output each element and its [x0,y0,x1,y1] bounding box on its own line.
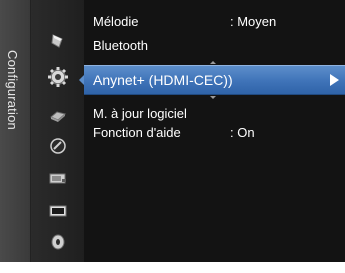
menu-item-anynet[interactable]: Anynet+ (HDMI-CEC)) [79,65,345,95]
configuration-menu: Mélodie : Moyen Bluetooth Anynet+ (HDMI-… [79,0,345,262]
side-tab-label: Configuration [5,50,20,130]
support-icon[interactable] [49,169,67,187]
menu-item-label: Fonction d'aide [93,125,181,140]
submenu-arrow-icon [330,74,339,86]
menu-item-bluetooth[interactable]: Bluetooth [84,35,345,57]
scroll-up-indicator [210,61,216,64]
picture-icon[interactable] [49,32,67,50]
menu-item-value: : On [230,125,255,140]
input-icon[interactable] [49,107,67,125]
selection-pointer [79,75,84,85]
scroll-down-indicator [210,96,216,99]
menu-item-label: Mélodie [93,14,139,29]
setup-gear-icon[interactable] [47,66,69,88]
menu-icon-column [31,0,84,262]
application-icon[interactable] [49,137,67,155]
menu-item-label: Bluetooth [93,38,148,53]
screen-icon[interactable] [49,202,67,220]
osd-menu-screen: Configuration Mélodie: Moyen Bluetooth … [0,0,345,262]
menu-item-value: : Moyen [230,14,277,29]
side-tab: Configuration [0,0,31,262]
menu-item-help-function[interactable]: Fonction d'aide : On [84,122,345,144]
disc-icon[interactable] [49,233,67,251]
menu-item-melodie[interactable]: Mélodie : Moyen [84,11,345,33]
menu-item-label: Anynet+ (HDMI-CEC)) [93,72,233,88]
